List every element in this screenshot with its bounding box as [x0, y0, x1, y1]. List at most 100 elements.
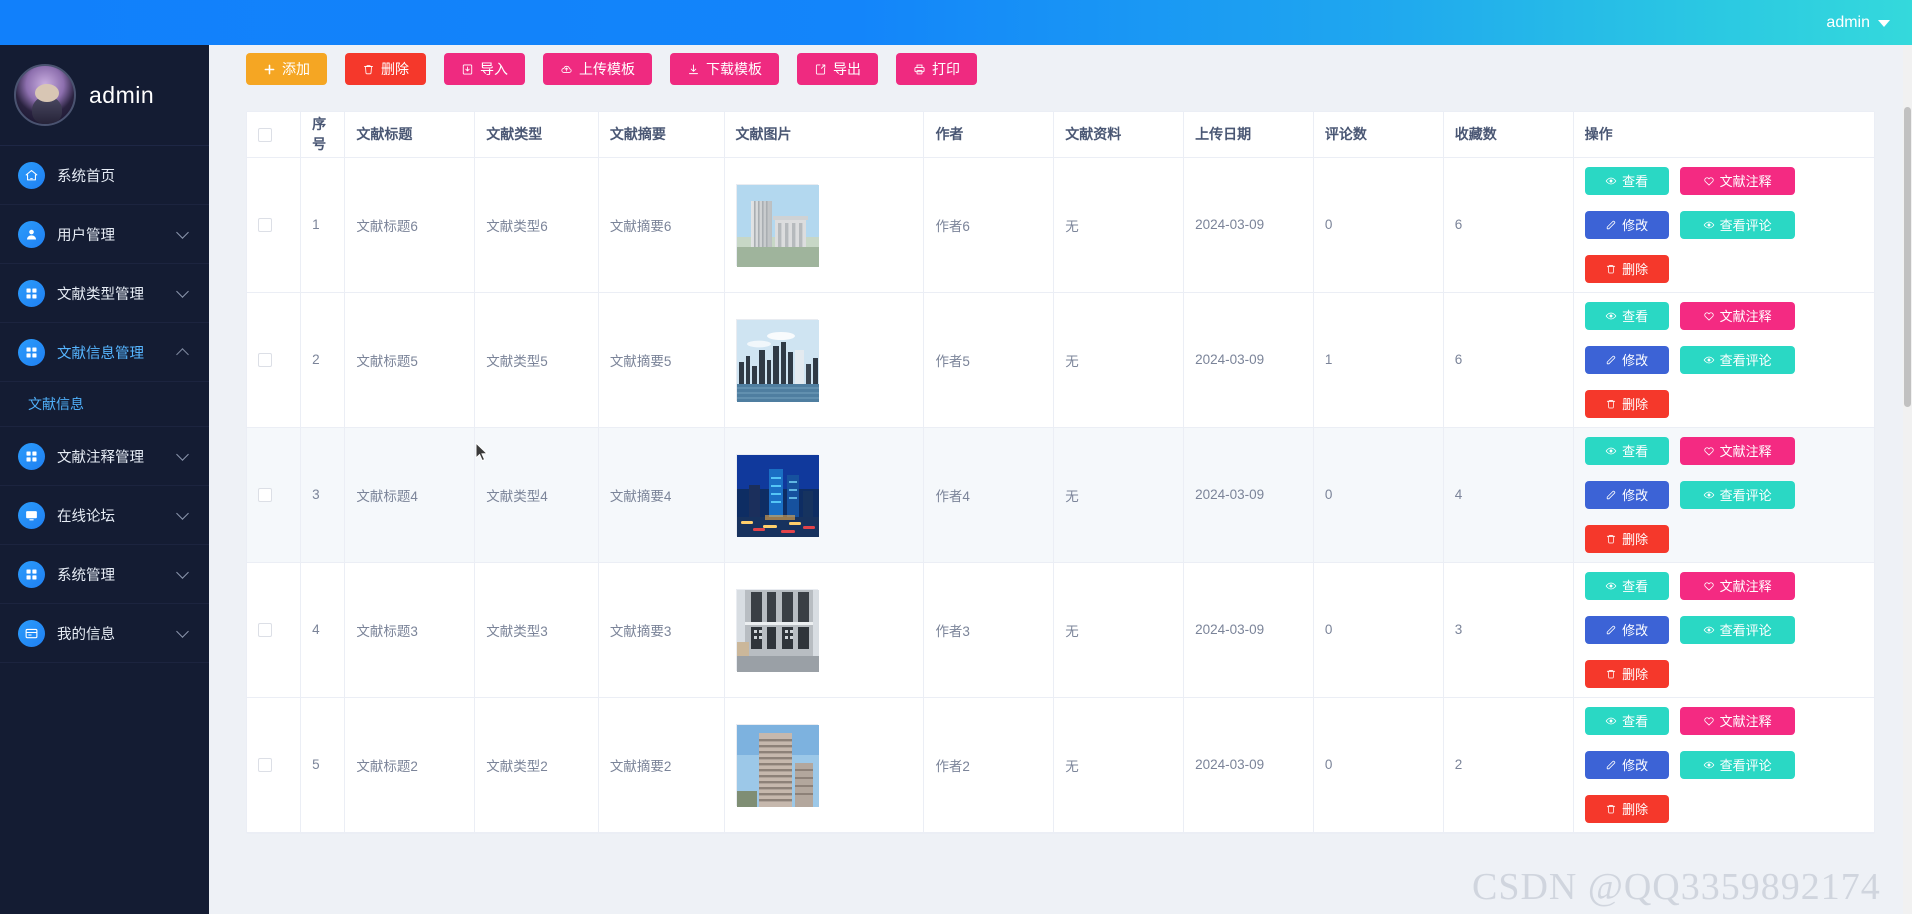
- literature-thumbnail[interactable]: [735, 588, 819, 672]
- toolbar-button-5[interactable]: 下载模板: [670, 53, 779, 85]
- row-action-label: 查看: [1622, 309, 1649, 324]
- cell-actions: 查看 文献注释 修改 查看评论删除: [1573, 562, 1874, 698]
- row-action-2[interactable]: 文献注释: [1679, 301, 1795, 330]
- cell-author: 作者3: [923, 562, 1055, 698]
- row-action-2[interactable]: 文献注释: [1679, 166, 1795, 195]
- sidebar-item-8[interactable]: 我的信息: [0, 604, 209, 663]
- row-action-label: 查看评论: [1719, 623, 1772, 638]
- sidebar-profile: admin: [0, 45, 209, 146]
- row-action-3[interactable]: 修改: [1584, 750, 1669, 779]
- row-action-5[interactable]: 删除: [1584, 659, 1669, 688]
- sidebar-item-7[interactable]: 系统管理: [0, 545, 209, 604]
- cell-image: [724, 562, 925, 698]
- row-action-5[interactable]: 删除: [1584, 389, 1669, 418]
- row-action-1[interactable]: 查看: [1584, 166, 1669, 195]
- chevron-down-icon: [176, 565, 189, 579]
- table-body: 1 文献标题6 文献类型6 文献摘要6 作者6 无 2024-03-09 0 6 查看 文献注释 修改…: [247, 157, 1874, 833]
- table-row[interactable]: 5 文献标题2 文献类型2 文献摘要2 作者2 无 2024-03-09 0 2 查看 文献注释 修改…: [247, 697, 1874, 833]
- cell-title: 文献标题6: [344, 157, 476, 293]
- cell-type: 文献类型3: [474, 562, 599, 698]
- cell-title: 文献标题3: [344, 562, 476, 698]
- row-action-3[interactable]: 修改: [1584, 345, 1669, 374]
- row-action-5[interactable]: 删除: [1584, 254, 1669, 283]
- row-action-2[interactable]: 文献注释: [1679, 571, 1795, 600]
- eye-icon: [1703, 489, 1715, 501]
- row-action-2[interactable]: 文献注释: [1679, 436, 1795, 465]
- row-action-4[interactable]: 查看评论: [1679, 210, 1795, 239]
- row-action-label: 修改: [1622, 218, 1649, 233]
- trash-icon: [362, 63, 375, 76]
- row-checkbox[interactable]: [258, 623, 272, 638]
- row-action-3[interactable]: 修改: [1584, 480, 1669, 509]
- select-all-checkbox[interactable]: [258, 128, 272, 143]
- row-action-4[interactable]: 查看评论: [1679, 750, 1795, 779]
- sidebar-item-6[interactable]: 在线论坛: [0, 486, 209, 545]
- sidebar-item-4[interactable]: 文献信息管理: [0, 323, 209, 382]
- toolbar-button-6[interactable]: 导出: [797, 53, 878, 85]
- row-action-label: 查看评论: [1719, 353, 1772, 368]
- toolbar-button-3[interactable]: 导入: [444, 53, 525, 85]
- toolbar-button-label: 导入: [480, 61, 508, 77]
- row-action-4[interactable]: 查看评论: [1679, 345, 1795, 374]
- sidebar-item-5[interactable]: 文献注释管理: [0, 427, 209, 486]
- row-action-label: 查看: [1622, 174, 1649, 189]
- avatar: [14, 64, 76, 126]
- cell-upload-date: 2024-03-09: [1183, 697, 1314, 833]
- row-action-label: 删除: [1622, 802, 1649, 817]
- row-action-1[interactable]: 查看: [1584, 301, 1669, 330]
- cell-index: 4: [300, 562, 346, 698]
- user-menu-button[interactable]: admin: [1826, 14, 1890, 32]
- sidebar-item-1[interactable]: 系统首页: [0, 146, 209, 205]
- chevron-down-icon: [176, 284, 189, 298]
- row-action-label: 修改: [1622, 353, 1649, 368]
- row-action-5[interactable]: 删除: [1584, 794, 1669, 823]
- row-checkbox[interactable]: [258, 488, 272, 503]
- eye-icon: [1703, 354, 1715, 366]
- row-action-5[interactable]: 删除: [1584, 524, 1669, 553]
- row-action-4[interactable]: 查看评论: [1679, 480, 1795, 509]
- column-header-10: 收藏数: [1443, 112, 1574, 158]
- home-icon: [18, 161, 45, 189]
- row-action-1[interactable]: 查看: [1584, 706, 1669, 735]
- toolbar-button-1[interactable]: 添加: [246, 53, 327, 85]
- toolbar-button-2[interactable]: 删除: [345, 53, 426, 85]
- sidebar-subitem-literature-info[interactable]: 文献信息: [0, 382, 209, 427]
- table-row[interactable]: 2 文献标题5 文献类型5 文献摘要5 作者5 无 2024-03-09 1 6 查看 文献注释 修改…: [247, 292, 1874, 428]
- cell-image: [724, 292, 925, 428]
- row-action-1[interactable]: 查看: [1584, 571, 1669, 600]
- heart-icon: [1703, 175, 1715, 187]
- toolbar-button-7[interactable]: 打印: [896, 53, 977, 85]
- row-action-group: 查看 文献注释 修改 查看评论删除: [1584, 698, 1835, 832]
- row-action-4[interactable]: 查看评论: [1679, 615, 1795, 644]
- table-row[interactable]: 3 文献标题4 文献类型4 文献摘要4 作者4 无 2024-03-09 0 4 查看 文献注释 修改…: [247, 427, 1874, 563]
- row-action-3[interactable]: 修改: [1584, 210, 1669, 239]
- toolbar-button-label: 添加: [282, 61, 310, 77]
- scrollbar-thumb[interactable]: [1904, 107, 1911, 407]
- cell-actions: 查看 文献注释 修改 查看评论 删除: [1573, 427, 1874, 563]
- plus-icon: [263, 63, 276, 76]
- grid-icon: [18, 338, 45, 366]
- cell-comments: 0: [1313, 427, 1444, 563]
- literature-thumbnail[interactable]: [735, 183, 819, 267]
- toolbar-button-4[interactable]: 上传模板: [543, 53, 652, 85]
- literature-thumbnail[interactable]: [735, 453, 819, 537]
- sidebar-item-2[interactable]: 用户管理: [0, 205, 209, 264]
- page-scrollbar[interactable]: [1903, 45, 1912, 914]
- cell-comments: 0: [1313, 697, 1444, 833]
- row-checkbox[interactable]: [258, 758, 272, 773]
- row-action-3[interactable]: 修改: [1584, 615, 1669, 644]
- trash-icon: [1605, 803, 1617, 815]
- row-checkbox[interactable]: [258, 218, 272, 233]
- row-select-cell: [247, 427, 302, 563]
- literature-thumbnail[interactable]: [735, 723, 819, 807]
- column-header-11: 操作: [1573, 112, 1874, 158]
- table-row[interactable]: 4 文献标题3 文献类型3 文献摘要3 作者3 无 2024-03-09 0 3 查看 文献注释 修改…: [247, 562, 1874, 698]
- sidebar-item-3[interactable]: 文献类型管理: [0, 264, 209, 323]
- table-row[interactable]: 1 文献标题6 文献类型6 文献摘要6 作者6 无 2024-03-09 0 6 查看 文献注释 修改…: [247, 157, 1874, 293]
- user-icon: [18, 220, 45, 248]
- row-action-1[interactable]: 查看: [1584, 436, 1669, 465]
- row-action-2[interactable]: 文献注释: [1679, 706, 1795, 735]
- card-icon: [18, 619, 45, 647]
- literature-thumbnail[interactable]: [735, 318, 819, 402]
- row-checkbox[interactable]: [258, 353, 272, 368]
